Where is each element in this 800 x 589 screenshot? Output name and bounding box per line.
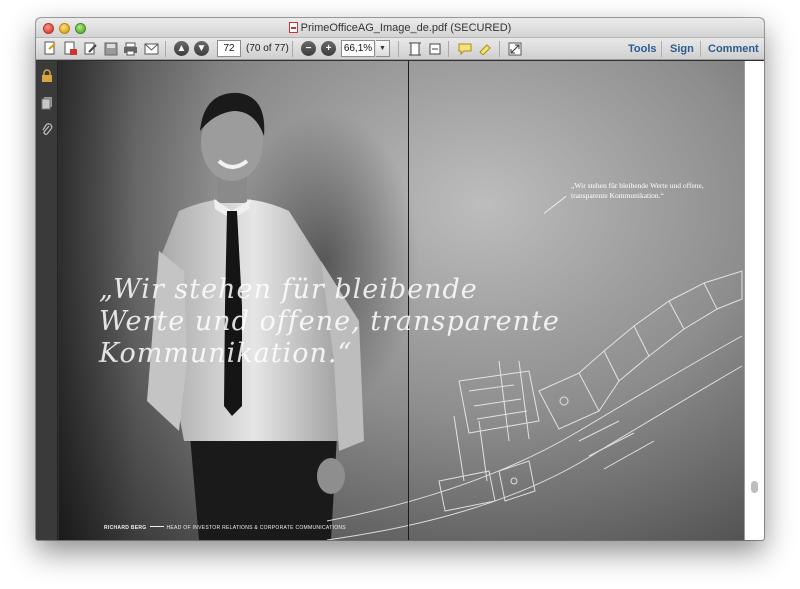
arrow-down-icon: ▼ — [196, 42, 207, 54]
previous-page-button[interactable]: ▲ — [174, 41, 189, 56]
comment-button[interactable]: Comment — [708, 43, 759, 55]
toolbar-separator — [448, 41, 449, 57]
pull-quote: „Wir stehen für bleibende Werte und offe… — [571, 181, 704, 200]
pdf-file-icon — [288, 22, 298, 33]
page-number-input[interactable]: 72 — [217, 40, 241, 57]
save-icon — [104, 42, 117, 55]
caption-name: RICHARD BERG — [104, 525, 147, 531]
attachments-button[interactable] — [41, 123, 53, 137]
print-icon — [124, 42, 137, 55]
page-thumbnails-button[interactable] — [41, 96, 53, 110]
lock-icon — [42, 69, 52, 82]
toolbar: ▲ ▼ 72 (70 of 77) − + 66,1% ▼ Tools Sign… — [36, 38, 764, 60]
envelope-icon — [144, 43, 159, 54]
zoom-dropdown-button[interactable]: ▼ — [376, 40, 390, 57]
speech-bubble-icon — [458, 43, 471, 55]
photo-caption: RICHARD BERG HEAD OF INVESTOR RELATIONS &… — [104, 525, 346, 531]
toolbar-separator — [661, 41, 662, 57]
zoom-in-button[interactable]: + — [321, 41, 336, 56]
toolbar-separator — [700, 41, 701, 57]
caption-role: HEAD OF INVESTOR RELATIONS & CORPORATE C… — [166, 525, 346, 531]
pdf-viewer-window: PrimeOfficeAG_Image_de.pdf (SECURED) ▲ ▼ — [36, 18, 764, 540]
zoom-out-button[interactable]: − — [301, 41, 316, 56]
toolbar-separator — [398, 41, 399, 57]
create-pdf-icon — [44, 41, 56, 55]
tools-button[interactable]: Tools — [628, 43, 657, 55]
window-title: PrimeOfficeAG_Image_de.pdf (SECURED) — [36, 21, 764, 35]
document-viewer[interactable]: „Wir stehen für bleibende Werte und offe… — [59, 61, 764, 540]
toolbar-separator — [499, 41, 500, 57]
fit-page-button[interactable] — [406, 40, 423, 57]
expand-icon — [508, 42, 521, 55]
title-bar: PrimeOfficeAG_Image_de.pdf (SECURED) — [36, 18, 764, 38]
quote-line-3: Kommunikation.“ — [99, 338, 353, 369]
save-button[interactable] — [102, 40, 119, 57]
vertical-scrollbar[interactable] — [744, 61, 764, 540]
zoom-level-input[interactable]: 66,1% — [341, 40, 375, 57]
fit-page-icon — [408, 42, 421, 55]
window-title-text: PrimeOfficeAG_Image_de.pdf (SECURED) — [300, 22, 512, 34]
quote-line-2: Werte und offene, transparente — [99, 306, 560, 337]
highlight-button[interactable] — [476, 40, 493, 57]
fit-width-icon — [429, 43, 440, 54]
edit-icon — [84, 42, 97, 55]
pdf-page-spread: „Wir stehen für bleibende Werte und offe… — [59, 61, 744, 540]
create-pdf-button[interactable] — [42, 40, 59, 57]
email-button[interactable] — [143, 40, 160, 57]
minus-icon: − — [305, 42, 312, 54]
navigation-pane — [36, 61, 58, 540]
highlighter-icon — [478, 44, 491, 55]
chevron-down-icon: ▼ — [379, 45, 386, 52]
toolbar-separator — [165, 41, 166, 57]
toolbar-separator — [292, 41, 293, 57]
page-count-label: (70 of 77) — [246, 43, 289, 54]
caption-dash — [149, 526, 164, 527]
fit-width-button[interactable] — [426, 40, 443, 57]
print-button[interactable] — [122, 40, 139, 57]
edit-pdf-button[interactable] — [82, 40, 99, 57]
secured-pdf-button[interactable] — [62, 40, 79, 57]
pages-icon — [41, 97, 52, 110]
scrollbar-thumb[interactable] — [751, 481, 758, 493]
sticky-note-button[interactable] — [456, 40, 473, 57]
plus-icon: + — [325, 42, 332, 54]
next-page-button[interactable]: ▼ — [194, 41, 209, 56]
full-screen-button[interactable] — [506, 40, 523, 57]
sign-button[interactable]: Sign — [670, 43, 694, 55]
paperclip-icon — [42, 123, 53, 135]
secured-pdf-icon — [64, 41, 77, 55]
security-lock-icon[interactable] — [41, 69, 53, 83]
quote-line-1: „Wir stehen für bleibende — [99, 274, 478, 305]
arrow-up-icon: ▲ — [176, 42, 187, 54]
